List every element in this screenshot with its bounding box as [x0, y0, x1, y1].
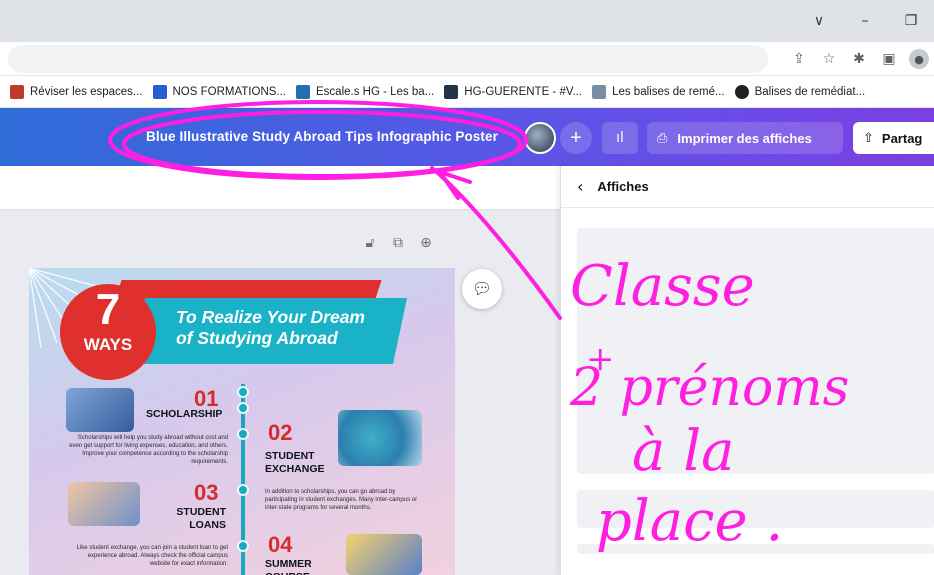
- timeline-dot: [237, 484, 249, 496]
- ways-badge: 7 WAYS: [60, 284, 156, 380]
- add-collaborator-button[interactable]: +: [560, 122, 592, 154]
- step-title: STUDENT EXCHANGE: [265, 450, 325, 475]
- bookmark-label: NOS FORMATIONS...: [172, 85, 287, 98]
- window-controls: ∨ – ❐: [796, 0, 934, 42]
- duplicate-page-icon[interactable]: ⧉: [390, 235, 406, 251]
- step-description: In addition to scholarships, you can go …: [265, 489, 418, 511]
- bookmark-favicon-icon: [444, 84, 459, 99]
- document-title[interactable]: Blue Illustrative Study Abroad Tips Info…: [146, 129, 498, 144]
- poster-title-line1: To Realize Your Dream: [176, 307, 365, 327]
- bookmark-label: HG-GUERENTE - #V...: [464, 85, 583, 98]
- share-icon[interactable]: ⇪: [784, 42, 814, 76]
- screen: ∨ – ❐ ⇪ ☆ ✱ ▣ ● Réviser les espaces... N…: [0, 0, 934, 575]
- step-number: 03: [194, 480, 219, 505]
- step-number: 04: [268, 532, 293, 557]
- student-exchange-illustration: [338, 410, 422, 466]
- timeline-dot: [237, 386, 249, 398]
- bookmark-item[interactable]: NOS FORMATIONS...: [152, 84, 287, 99]
- share-button[interactable]: ⇧ Partag: [853, 122, 934, 154]
- bookmark-label: Escale.s HG - Les ba...: [316, 85, 435, 98]
- add-comment-button[interactable]: 💬︎: [462, 269, 502, 309]
- print-posters-label: Imprimer des affiches: [677, 130, 812, 146]
- page-tools: 🔓︎ ⧉ ⊕: [362, 235, 434, 251]
- context-toolbar: [0, 166, 560, 210]
- ways-number: 7: [95, 285, 121, 334]
- lock-icon[interactable]: 🔓︎: [362, 235, 378, 251]
- panel-title: Affiches: [597, 179, 649, 194]
- bookmark-favicon-icon: [10, 84, 24, 99]
- step-description: Like student exchange, you can join a st…: [76, 545, 228, 567]
- student-loans-illustration: [68, 482, 140, 526]
- bookmark-item[interactable]: Les balises de remé...: [592, 84, 725, 99]
- step-description: Scholarships will help you study abroad …: [69, 435, 228, 465]
- bookmark-label: Les balises de remé...: [612, 85, 725, 98]
- bookmark-label: Balises de remédiat...: [754, 85, 866, 98]
- poster-title-line2: of Studying Abroad: [176, 328, 338, 348]
- browser-toolbar-icons: ⇪ ☆ ✱ ▣ ●: [784, 42, 934, 76]
- poster-title: To Realize Your Dream of Studying Abroad: [176, 307, 365, 349]
- loading-placeholder: [577, 544, 934, 554]
- bookmark-item[interactable]: Réviser les espaces...: [10, 84, 143, 99]
- browser-titlebar: ∨ – ❐: [0, 0, 934, 42]
- url-field[interactable]: [8, 45, 768, 73]
- step-title: SUMMER COURSE: [265, 558, 312, 575]
- print-posters-button[interactable]: ⎙ Imprimer des affiches: [647, 122, 843, 154]
- comment-plus-icon: 💬︎: [471, 281, 493, 298]
- ways-label: WAYS: [83, 335, 133, 354]
- collaborator-avatar[interactable]: [524, 122, 556, 154]
- print-icon: ⎙: [657, 130, 668, 146]
- step-title: SCHOLARSHIP: [146, 408, 223, 420]
- bar-chart-icon: ıl: [616, 130, 624, 146]
- timeline-dot: [237, 540, 249, 552]
- extensions-icon[interactable]: ✱: [844, 42, 874, 76]
- bookmark-item[interactable]: HG-GUERENTE - #V...: [444, 84, 583, 99]
- editor-header: Blue Illustrative Study Abroad Tips Info…: [0, 108, 934, 166]
- scholarship-illustration: [66, 388, 134, 432]
- tab-search-icon[interactable]: ∨: [796, 0, 842, 42]
- posters-panel: ‹ Affiches: [560, 166, 934, 575]
- bookmark-item[interactable]: Escale.s HG - Les ba...: [296, 84, 435, 99]
- add-page-icon[interactable]: ⊕: [418, 235, 434, 251]
- bookmark-label: Réviser les espaces...: [30, 85, 143, 98]
- bookmark-favicon-icon: [734, 84, 749, 99]
- bookmarks-bar: Réviser les espaces... NOS FORMATIONS...…: [0, 76, 934, 108]
- sidepanel-icon[interactable]: ▣: [874, 42, 904, 76]
- bookmark-favicon-icon: [296, 84, 311, 99]
- insights-button[interactable]: ıl: [602, 122, 638, 154]
- loading-placeholder: [577, 228, 934, 474]
- star-icon[interactable]: ☆: [814, 42, 844, 76]
- panel-header: ‹ Affiches: [561, 166, 934, 208]
- bookmark-favicon-icon: [152, 84, 167, 99]
- bookmark-item[interactable]: Balises de remédiat...: [734, 84, 866, 99]
- back-chevron-icon[interactable]: ‹: [577, 177, 583, 196]
- upload-icon: ⇧: [863, 130, 874, 146]
- maximize-icon[interactable]: ❐: [888, 0, 934, 42]
- share-label: Partag: [881, 130, 923, 146]
- step-title: STUDENT LOANS: [176, 506, 226, 531]
- loading-placeholder: [577, 490, 934, 528]
- step-number: 02: [268, 420, 293, 445]
- address-bar: ⇪ ☆ ✱ ▣ ●: [0, 42, 934, 76]
- summer-course-illustration: [346, 534, 422, 575]
- minimize-icon[interactable]: –: [842, 0, 888, 42]
- timeline-dot: [237, 402, 249, 414]
- profile-icon[interactable]: ●: [904, 42, 934, 76]
- bookmark-favicon-icon: [592, 84, 607, 99]
- timeline-dot: [237, 428, 249, 440]
- step-number: 01: [194, 386, 219, 411]
